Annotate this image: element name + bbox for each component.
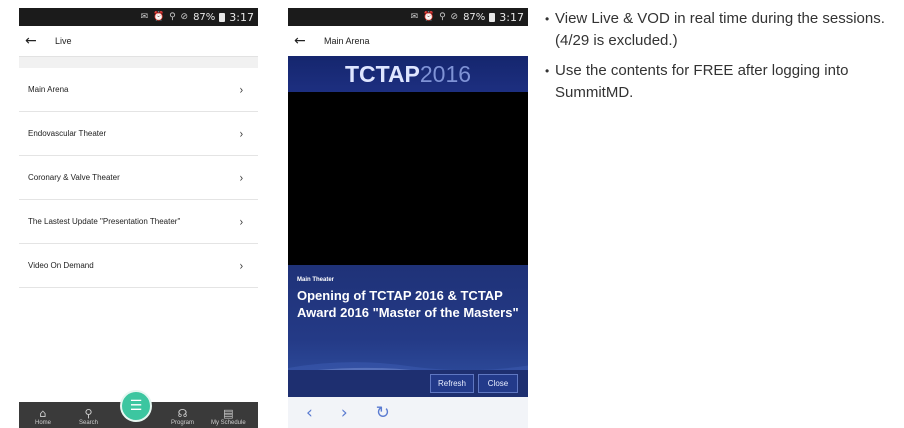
chevron-right-icon: ›	[239, 170, 244, 185]
menu-item-label: Main Arena	[28, 85, 69, 94]
menu-item-endovascular[interactable]: Endovascular Theater ›	[19, 112, 258, 156]
menu-item-label: Coronary & Valve Theater	[28, 173, 120, 182]
nav-home[interactable]: ⌂ Home	[35, 407, 52, 427]
browser-toolbar: ‹ › ↻	[288, 397, 528, 428]
wave-decoration	[288, 362, 528, 370]
nav-label: Home	[35, 420, 52, 426]
nav-label: My Schedule	[211, 420, 246, 426]
menu-item-label: The Lastest Update "Presentation Theater…	[28, 217, 181, 226]
chevron-right-icon: ›	[239, 126, 244, 141]
session-title: Opening of TCTAP 2016 & TCTAP Award 2016…	[297, 288, 519, 320]
nav-label: Program	[171, 420, 195, 426]
nav-my-schedule[interactable]: ▤ My Schedule	[211, 407, 246, 427]
menu-item-label: Endovascular Theater	[28, 129, 107, 138]
divider	[19, 56, 258, 68]
app-bar: ← Main Arena	[288, 26, 528, 56]
chevron-right-icon: ›	[239, 258, 244, 273]
page-title: Main Arena	[324, 36, 370, 46]
battery-icon	[219, 12, 226, 22]
live-menu: Main Arena › Endovascular Theater › Coro…	[19, 68, 258, 288]
status-time: 3:17	[499, 10, 524, 24]
menu-item-label: Video On Demand	[28, 261, 94, 270]
page-title: Live	[55, 36, 72, 46]
home-icon: ⌂	[39, 407, 47, 420]
book-icon: ▤	[223, 407, 234, 420]
battery-percent: 87%	[193, 11, 216, 23]
status-time: 3:17	[229, 10, 254, 24]
search-icon: ⚲	[84, 407, 93, 420]
chevron-right-icon: ›	[239, 214, 244, 229]
menu-item-vod[interactable]: Video On Demand ›	[19, 244, 258, 288]
app-bar: ← Live	[19, 26, 258, 56]
status-icons: ✉ ⏰ ⚲ ⊘	[410, 12, 460, 22]
close-button[interactable]: Close	[478, 374, 518, 393]
description-bullet: Use the contents for FREE after logging …	[545, 60, 895, 104]
tctap-banner: TCTAP 2016	[288, 56, 528, 92]
menu-item-coronary-valve[interactable]: Coronary & Valve Theater ›	[19, 156, 258, 200]
description-bullet: View Live & VOD in real time during the …	[545, 8, 895, 52]
video-player[interactable]	[288, 92, 528, 265]
battery-percent: 87%	[463, 11, 486, 23]
back-icon[interactable]: ‹	[306, 403, 313, 423]
nav-program[interactable]: ☊ Program	[171, 407, 195, 427]
battery-icon	[489, 12, 496, 22]
live-screen: ✉ ⏰ ⚲ ⊘ 87% 3:17 ← Live Main Arena › End…	[19, 8, 258, 428]
forward-icon[interactable]: ›	[341, 403, 348, 423]
back-arrow-icon[interactable]: ←	[294, 33, 308, 49]
banner-logo-text: TCTAP	[344, 60, 420, 87]
headphones-icon: ☊	[177, 407, 188, 420]
back-arrow-icon[interactable]: ←	[25, 33, 39, 49]
status-bar: ✉ ⏰ ⚲ ⊘ 87% 3:17	[288, 8, 528, 26]
session-info: Main Theater Opening of TCTAP 2016 & TCT…	[288, 265, 528, 370]
status-bar: ✉ ⏰ ⚲ ⊘ 87% 3:17	[19, 8, 258, 26]
nav-search[interactable]: ⚲ Search	[79, 407, 99, 427]
nav-label: Search	[79, 420, 99, 426]
menu-icon: ☰	[129, 398, 143, 414]
menu-item-latest-update[interactable]: The Lastest Update "Presentation Theater…	[19, 200, 258, 244]
menu-item-main-arena[interactable]: Main Arena ›	[19, 68, 258, 112]
feature-description: View Live & VOD in real time during the …	[545, 8, 895, 112]
refresh-button[interactable]: Refresh	[430, 374, 474, 393]
action-row: Refresh Close	[288, 370, 528, 397]
session-label: Main Theater	[297, 277, 335, 283]
main-arena-screen: ✉ ⏰ ⚲ ⊘ 87% 3:17 ← Main Arena TCTAP 2016 …	[288, 8, 528, 428]
status-icons: ✉ ⏰ ⚲ ⊘	[140, 12, 190, 22]
chevron-right-icon: ›	[239, 82, 244, 97]
menu-fab-button[interactable]: ☰	[120, 390, 152, 422]
banner-year: 2016	[419, 60, 472, 87]
reload-icon[interactable]: ↻	[376, 403, 390, 423]
